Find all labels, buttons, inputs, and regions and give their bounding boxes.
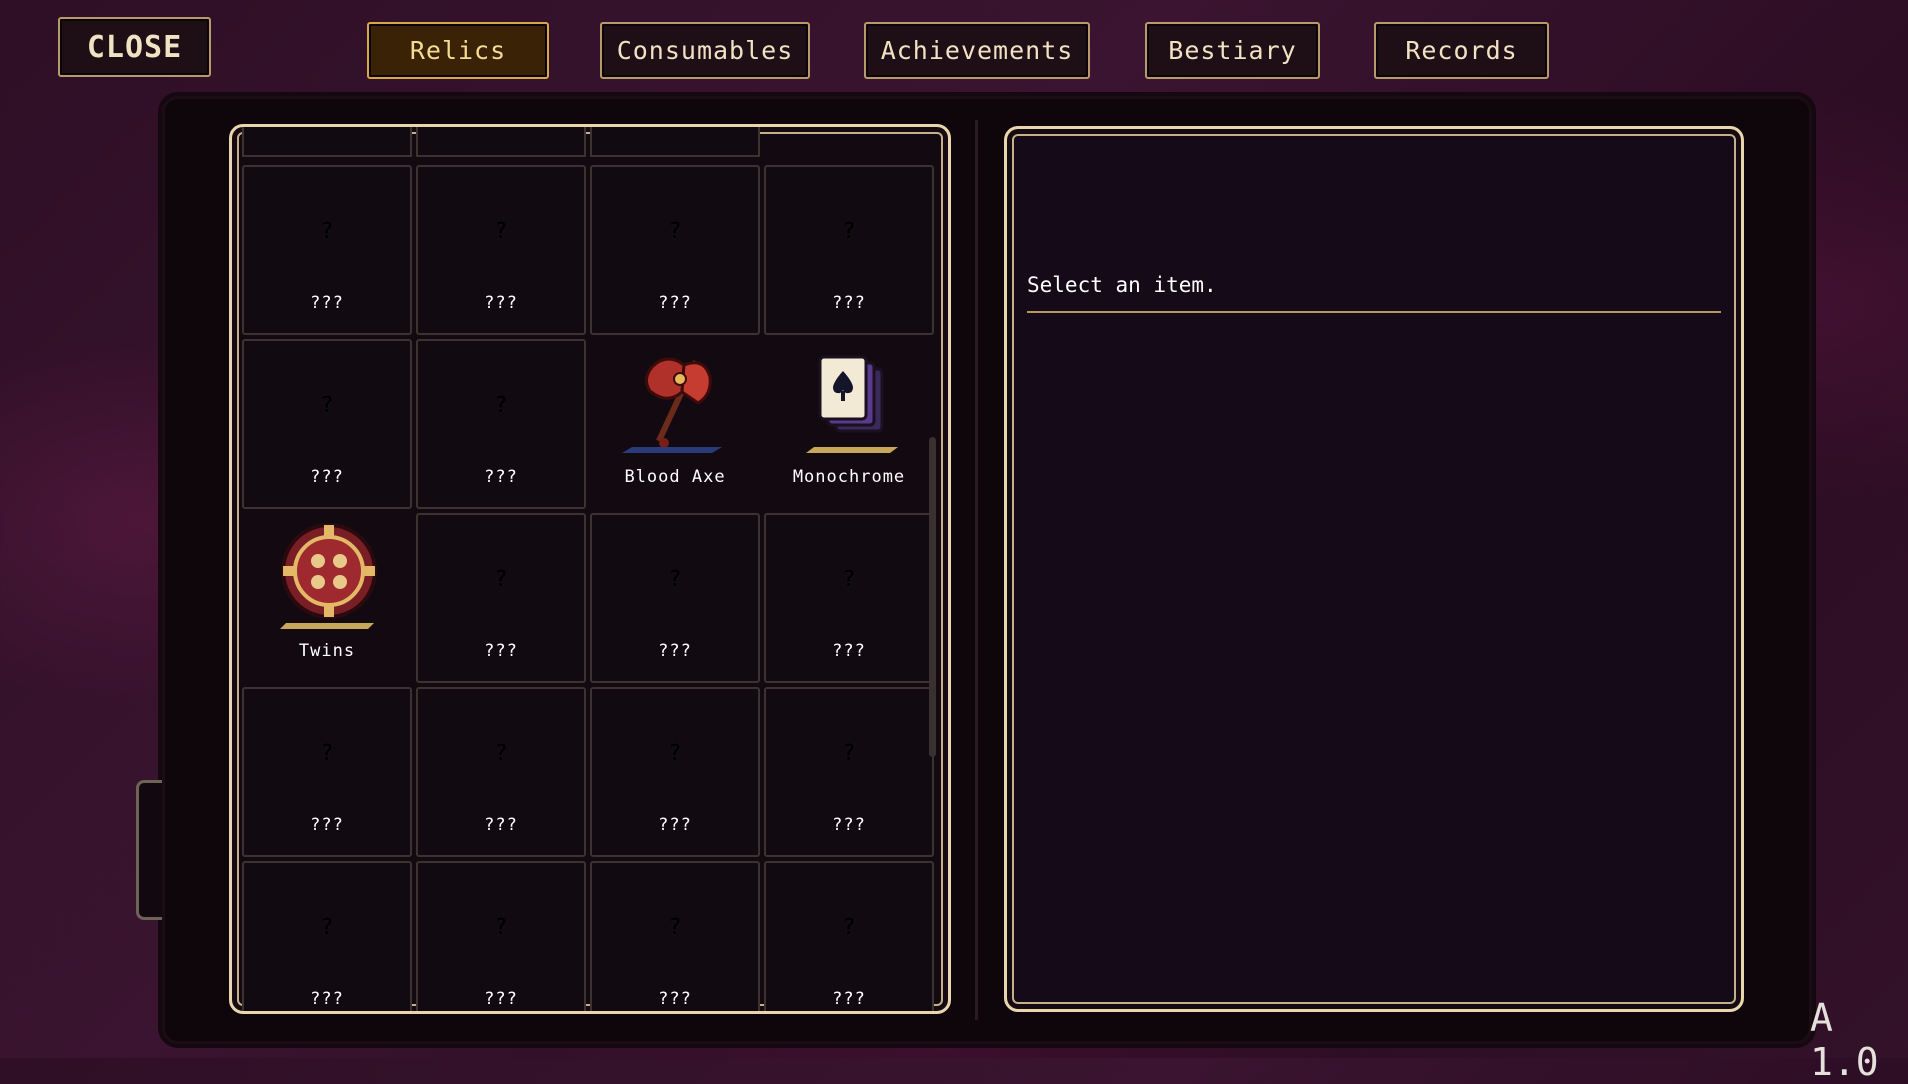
side-tab-handle[interactable] (136, 780, 162, 920)
unknown-icon: ? (494, 741, 508, 766)
item-label: Twins (298, 641, 356, 661)
item-slot[interactable]: ???? (242, 339, 412, 509)
item-slot[interactable]: ???? (764, 687, 934, 857)
grid-scrollbar[interactable] (929, 437, 936, 757)
unknown-icon: ? (494, 219, 508, 244)
list-item[interactable] (416, 127, 586, 157)
item-label: Monochrome (792, 467, 906, 487)
item-slot[interactable]: ???? (242, 861, 412, 1011)
item-slot[interactable]: ???? (590, 165, 760, 335)
item-slot-blood-axe[interactable]: Blood Axe (590, 339, 760, 509)
monochrome-card-icon (806, 355, 898, 453)
item-slot[interactable]: ???? (416, 339, 586, 509)
item-slot[interactable]: ???? (416, 861, 586, 1011)
close-button[interactable]: CLOSE (58, 17, 211, 77)
item-label: ??? (658, 989, 692, 1009)
panel-divider (975, 120, 978, 1020)
unknown-icon: ? (320, 915, 334, 940)
item-label: ??? (832, 815, 866, 835)
tab-bestiary[interactable]: Bestiary (1145, 22, 1320, 79)
item-label: ??? (310, 815, 344, 835)
item-label: ??? (832, 641, 866, 661)
version-label: A 1.0 (1810, 996, 1879, 1084)
unknown-icon: ? (842, 219, 856, 244)
item-slot[interactable]: ???? (416, 513, 586, 683)
unknown-icon: ? (668, 915, 682, 940)
item-slot[interactable]: ???? (242, 687, 412, 857)
item-label: ??? (310, 293, 344, 313)
item-label: ??? (484, 467, 518, 487)
unknown-icon: ? (842, 741, 856, 766)
item-slot[interactable]: ???? (764, 513, 934, 683)
item-slot[interactable]: ???? (416, 165, 586, 335)
partial-row (242, 127, 764, 157)
tab-achievements[interactable]: Achievements (864, 22, 1090, 79)
item-label: ??? (484, 293, 518, 313)
item-label: ??? (484, 815, 518, 835)
unknown-icon: ? (668, 567, 682, 592)
item-label: ??? (832, 989, 866, 1009)
unknown-icon: ? (320, 741, 334, 766)
item-slot[interactable]: ???? (764, 861, 934, 1011)
item-slot-monochrome[interactable]: Monochrome (764, 339, 934, 509)
detail-divider (1027, 311, 1721, 313)
item-label: ??? (658, 641, 692, 661)
list-item[interactable] (242, 127, 412, 157)
unknown-icon: ? (842, 567, 856, 592)
tab-consumables[interactable]: Consumables (600, 22, 810, 79)
unknown-icon: ? (842, 915, 856, 940)
unknown-icon: ? (494, 393, 508, 418)
unknown-icon: ? (320, 393, 334, 418)
unknown-icon: ? (494, 567, 508, 592)
item-grid-panel: ???? ???? ???? ???? ???? ???? Blood Axe (229, 124, 951, 1014)
item-slot[interactable]: ???? (590, 861, 760, 1011)
item-slot-twins[interactable]: Twins (242, 513, 412, 683)
item-slot[interactable]: ???? (764, 165, 934, 335)
tab-relics[interactable]: Relics (367, 22, 549, 79)
item-label: ??? (310, 467, 344, 487)
item-label: ??? (484, 989, 518, 1009)
blood-axe-icon (622, 357, 722, 453)
item-grid: ???? ???? ???? ???? ???? ???? Blood Axe (242, 165, 934, 1011)
item-label: ??? (484, 641, 518, 661)
unknown-icon: ? (668, 741, 682, 766)
item-label: Blood Axe (624, 467, 726, 487)
item-slot[interactable]: ???? (242, 165, 412, 335)
tab-records[interactable]: Records (1374, 22, 1549, 79)
unknown-icon: ? (668, 219, 682, 244)
unknown-icon: ? (494, 915, 508, 940)
twins-chip-icon (280, 523, 377, 629)
item-label: ??? (310, 989, 344, 1009)
list-item[interactable] (590, 127, 760, 157)
item-label: ??? (658, 815, 692, 835)
detail-prompt: Select an item. (1027, 273, 1217, 297)
item-label: ??? (658, 293, 692, 313)
item-slot[interactable]: ???? (416, 687, 586, 857)
item-detail-panel: Select an item. (1004, 126, 1744, 1012)
unknown-icon: ? (320, 219, 334, 244)
item-slot[interactable]: ???? (590, 687, 760, 857)
item-label: ??? (832, 293, 866, 313)
item-slot[interactable]: ???? (590, 513, 760, 683)
